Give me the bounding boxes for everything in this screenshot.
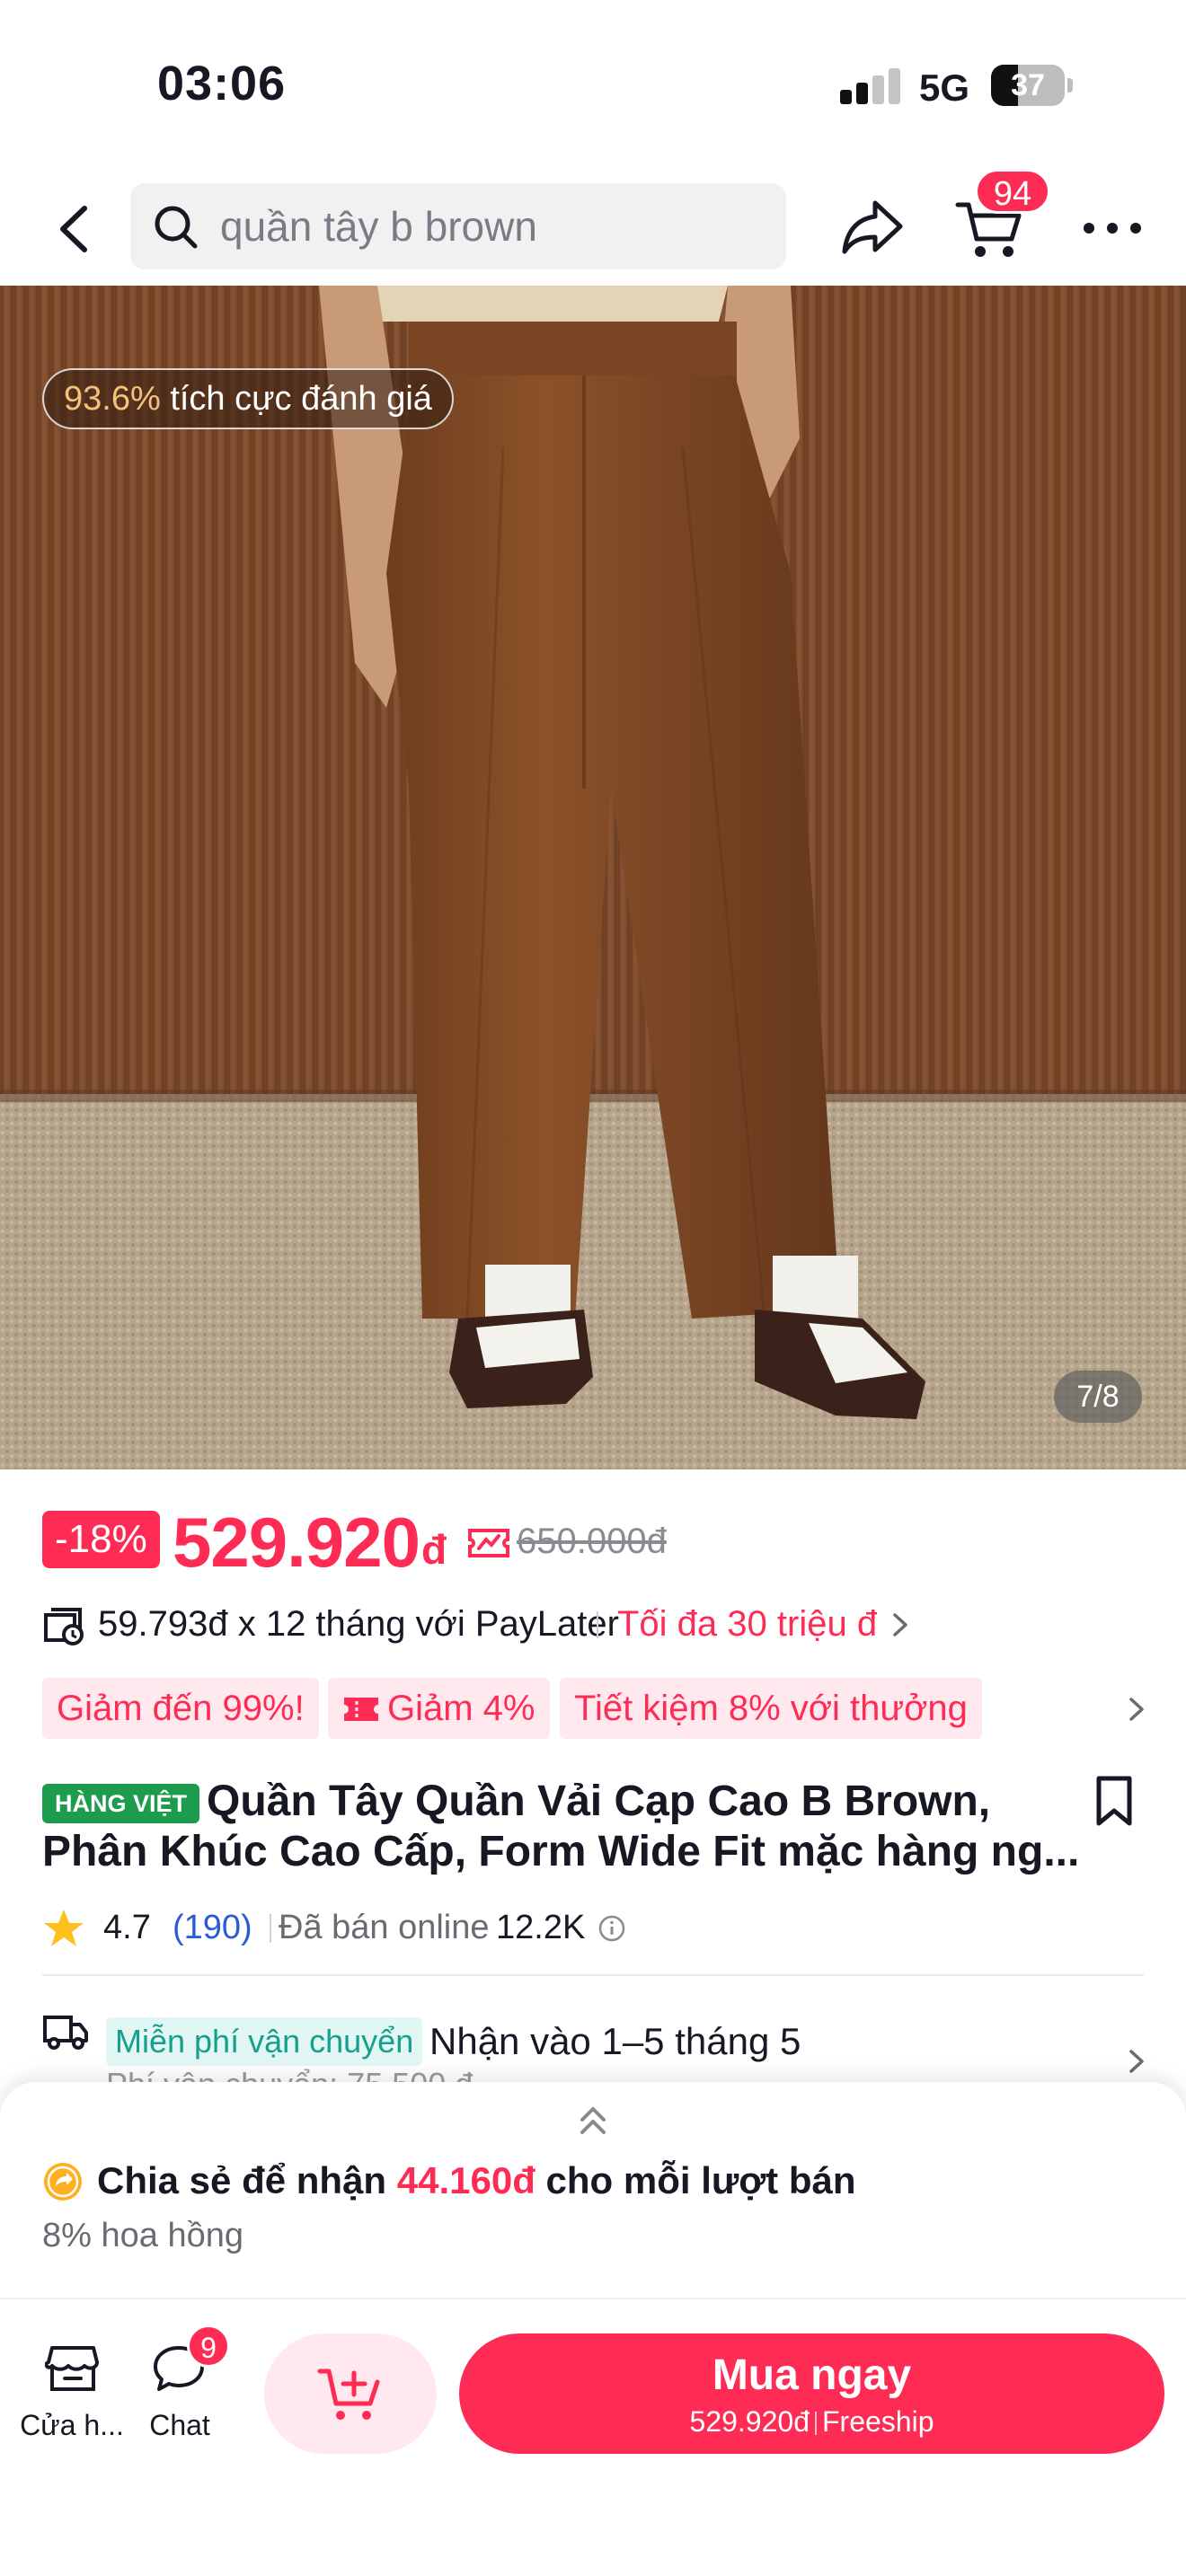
sold-label: Đã bán online [279,1909,490,1946]
paylater-row[interactable]: 59.793đ x 12 tháng với PayLater Tối đa 3… [42,1597,1156,1651]
battery-icon: 37 [991,65,1073,106]
share-icon[interactable] [836,190,909,264]
positive-rating-text: tích cực đánh giá [170,380,432,418]
signal-icon [840,68,901,104]
price-row: -18% 529.920 đ 650.000đ [42,1502,1156,1583]
share-earn-suffix: cho mỗi lượt bán [545,2159,856,2201]
buy-now-button[interactable]: Mua ngay 529.920đ Freeship [459,2333,1164,2454]
promo-chips[interactable]: Giảm đến 99%! Giảm 4% Tiết kiệm 8% với t… [42,1678,1156,1741]
back-arrow-icon[interactable] [45,198,108,260]
cart-count-badge: 94 [975,169,1050,214]
product-title-line2: Phân Khúc Cao Cấp, Form Wide Fit mặc hàn… [42,1828,1080,1875]
share-earn-text: Chia sẻ để nhận 44.160đ cho mỗi lượt bán [97,2154,856,2208]
promo-chip-reward[interactable]: Tiết kiệm 8% với thưởng [560,1678,982,1739]
paylater-max: Tối đa 30 triệu đ [617,1604,878,1644]
chevron-right-icon[interactable] [1123,1694,1150,1725]
product-title-line1: Quần Tây Quần Vải Cạp Cao B Brown, [207,1778,991,1825]
buy-now-price: 529.920đ [689,2405,810,2438]
add-to-cart-button[interactable] [264,2333,437,2454]
promo-chip-coupon[interactable]: Giảm 4% [328,1678,550,1739]
price-currency: đ [421,1526,447,1573]
chevron-right-icon [893,1613,907,1636]
status-time: 03:06 [157,57,287,110]
chevron-up-icon[interactable] [575,2102,611,2139]
shop-label: Cửa h... [20,2409,124,2441]
search-placeholder: quần tây b brown [220,203,537,250]
rating-score: 4.7 [103,1909,151,1946]
bookmark-icon[interactable] [1092,1775,1137,1829]
commission-rate: 8% hoa hồng [42,2217,243,2254]
share-earn-prefix: Chia sẻ để nhận [97,2159,387,2201]
share-commission-sheet[interactable]: Chia sẻ để nhận 44.160đ cho mỗi lượt bán… [0,2082,1186,2298]
price-tag-icon [468,1529,509,1557]
image-counter: 7/8 [1054,1371,1142,1423]
promo-chip-discount-99[interactable]: Giảm đến 99%! [42,1678,319,1739]
network-label: 5G [919,66,970,109]
section-divider [42,1974,1144,1976]
buy-now-freeship: Freeship [821,2405,934,2438]
shipping-truck-icon [43,2016,88,2050]
info-icon[interactable] [597,1914,626,1943]
buy-now-label: Mua ngay [712,2351,912,2399]
bottom-action-bar: Cửa h... Chat 9 Mua ngay 529.920đ Freeshi… [0,2298,1186,2576]
coupon-icon [344,1698,378,1721]
search-icon [155,206,198,249]
sold-count: 12.2K [496,1909,586,1946]
status-bar: 03:06 5G 37 [0,0,1186,171]
battery-level: 37 [1011,68,1045,102]
chat-unread-badge: 9 [187,2325,230,2368]
chat-label: Chat [149,2409,210,2441]
positive-rating-percent: 93.6% [64,380,161,418]
promo-chip-coupon-label: Giảm 4% [387,1689,535,1728]
rating-divider [270,1914,271,1943]
rating-row[interactable]: 4.7 (190) Đã bán online 12.2K [42,1901,1156,1954]
more-icon[interactable] [1076,205,1148,250]
chevron-right-icon[interactable] [1123,2046,1150,2077]
share-coin-icon [44,2163,82,2201]
buy-now-subtitle: 529.920đ Freeship [459,2404,1164,2439]
made-in-vietnam-badge: HÀNG VIỆT [42,1784,200,1823]
add-to-cart-icon [317,2369,380,2420]
star-icon [44,1910,84,1946]
share-earn-amount: 44.160đ [396,2159,535,2201]
free-shipping-tag: Miễn phí vận chuyển [106,2017,423,2066]
original-price: 650.000đ [517,1522,667,1561]
shop-icon [45,2346,99,2391]
current-price: 529.920 [173,1503,420,1582]
delivery-eta: Nhận vào 1–5 tháng 5 [429,2020,801,2062]
paylater-icon [44,1608,84,1645]
discount-badge: -18% [42,1511,160,1568]
search-input[interactable]: quần tây b brown [130,183,786,269]
review-count[interactable]: (190) [173,1901,252,1954]
paylater-divider [597,1611,598,1638]
positive-rating-pill: 93.6% tích cực đánh giá [42,368,454,429]
shop-button[interactable]: Cửa h... [18,2335,126,2452]
product-photo [0,286,1186,1469]
paylater-text: 59.793đ x 12 tháng với PayLater [98,1604,619,1644]
product-image-gallery[interactable] [0,286,1186,1469]
